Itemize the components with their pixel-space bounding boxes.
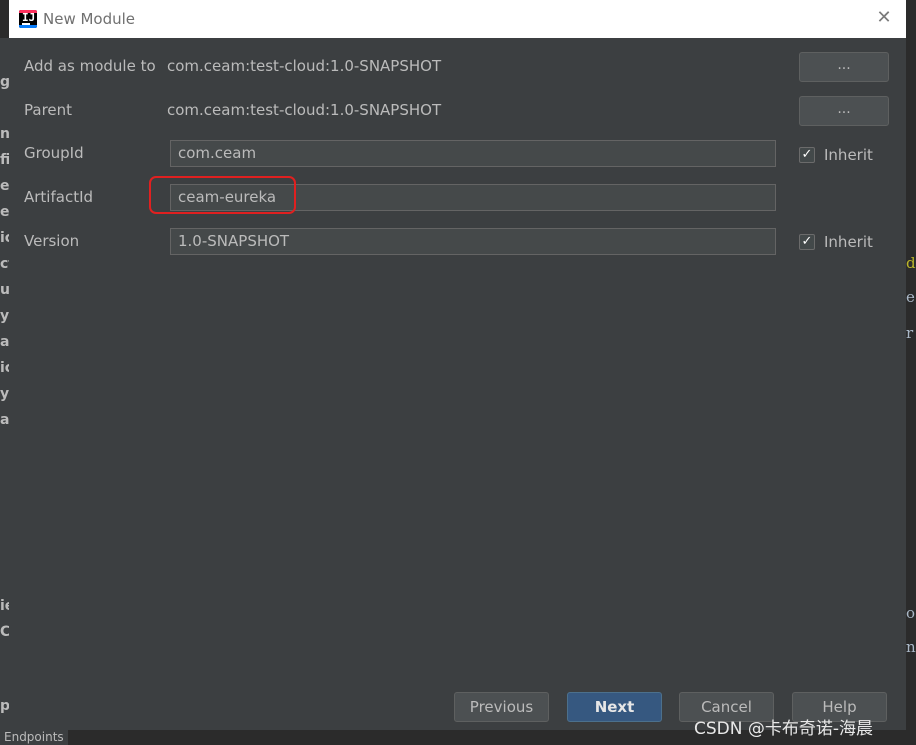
parent-label: Parent [24, 101, 73, 119]
ide-fragment: ek [0, 178, 9, 194]
ide-fragment: o [906, 604, 916, 622]
ide-fragment: ic [0, 360, 9, 376]
new-module-dialog: IJ New Module ✕ Add as module to com.cea… [9, 0, 906, 730]
previous-button[interactable]: Previous [454, 692, 549, 722]
add-as-module-label: Add as module to [24, 57, 156, 75]
ide-fragment: ys [0, 308, 9, 324]
add-as-module-value: com.ceam:test-cloud:1.0-SNAPSHOT [167, 57, 442, 75]
intellij-icon: IJ [19, 10, 37, 28]
ide-fragment: ys [0, 386, 9, 402]
red-highlight-box [149, 176, 296, 214]
artifact-id-label: ArtifactId [24, 188, 94, 206]
ide-fragment: C [0, 624, 9, 640]
ide-editor-edge: d e r o n [906, 38, 916, 745]
group-id-inherit-checkbox[interactable]: ✓ [799, 147, 815, 163]
version-inherit-checkbox[interactable]: ✓ [799, 234, 815, 250]
ide-fragment: fig [0, 152, 9, 168]
ide-fragment: al [0, 412, 9, 428]
ide-fragment: r [906, 324, 914, 342]
group-id-label: GroupId [24, 144, 84, 162]
endpoints-tab[interactable]: Endpoints [0, 730, 68, 745]
ide-fragment: al [0, 334, 9, 350]
ide-fragment: ev [0, 204, 9, 220]
group-id-field[interactable]: com.ceam [170, 140, 776, 167]
parent-browse-button[interactable]: ... [799, 96, 889, 126]
ide-fragment: p [0, 698, 9, 714]
window-title: New Module [43, 10, 136, 28]
ide-fragment: g [0, 74, 9, 90]
ide-fragment: u [0, 282, 9, 298]
add-as-module-browse-button[interactable]: ... [799, 52, 889, 82]
group-id-inherit-label: Inherit [824, 146, 873, 164]
ide-left-panel: g n fig ek ev ic ct u ys al ic ys al ie … [0, 38, 9, 745]
ide-fragment: n [906, 638, 916, 656]
title-bar: IJ New Module ✕ [9, 0, 906, 38]
next-button[interactable]: Next [567, 692, 662, 722]
ide-fragment: ct [0, 256, 9, 272]
ide-fragment: ie [0, 598, 9, 614]
ide-fragment: ic [0, 230, 9, 246]
watermark: CSDN @卡布奇诺-海晨 [694, 719, 874, 739]
ide-fragment: e [906, 288, 915, 306]
ide-fragment: d [906, 254, 916, 272]
version-inherit-label: Inherit [824, 233, 873, 251]
version-field[interactable]: 1.0-SNAPSHOT [170, 228, 776, 255]
ide-fragment: n [0, 126, 9, 142]
version-label: Version [24, 232, 80, 250]
close-icon[interactable]: ✕ [874, 8, 894, 28]
parent-value: com.ceam:test-cloud:1.0-SNAPSHOT [167, 101, 442, 119]
